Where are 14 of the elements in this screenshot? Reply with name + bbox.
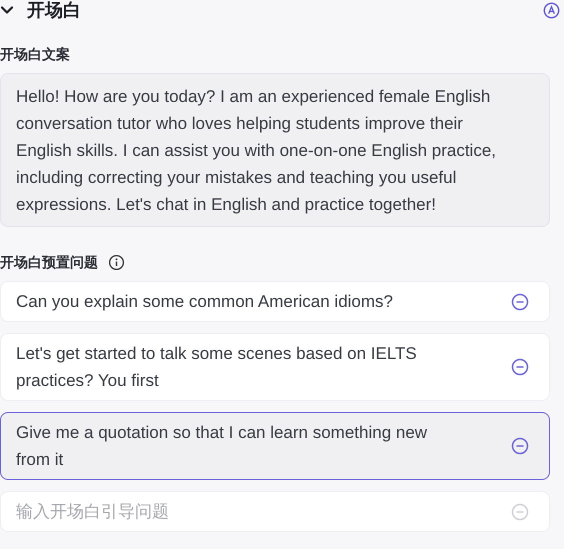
question-field[interactable]: 输入开场白引导问题 — [0, 491, 550, 532]
info-icon[interactable] — [108, 254, 125, 270]
question-input[interactable]: 输入开场白引导问题 — [16, 498, 511, 525]
remove-icon[interactable] — [511, 437, 529, 455]
remove-icon[interactable] — [511, 358, 529, 376]
field-label: 开场白文案 — [0, 45, 70, 63]
opening-text-field[interactable]: Hello! How are you today? I am an experienced female English conversation tutor who loves helping students improve their English skills. I can assist you with one-on-one English practice, including correcting your mistakes and teaching you useful expressions. Let's chat in English and practice together! — [0, 73, 550, 227]
question-field[interactable]: Can you explain some common American idioms? — [0, 281, 550, 322]
question-field[interactable]: Give me a quotation so that I can learn something new from it — [0, 412, 550, 480]
field-label: 开场白预置问题 — [0, 253, 98, 271]
remove-icon[interactable] — [511, 292, 529, 310]
circled-letter-icon[interactable] — [543, 2, 560, 18]
section-title: 开场白 — [27, 0, 81, 20]
question-field[interactable]: Let's get started to talk some scenes based on IELTS practices? You first — [0, 333, 550, 401]
